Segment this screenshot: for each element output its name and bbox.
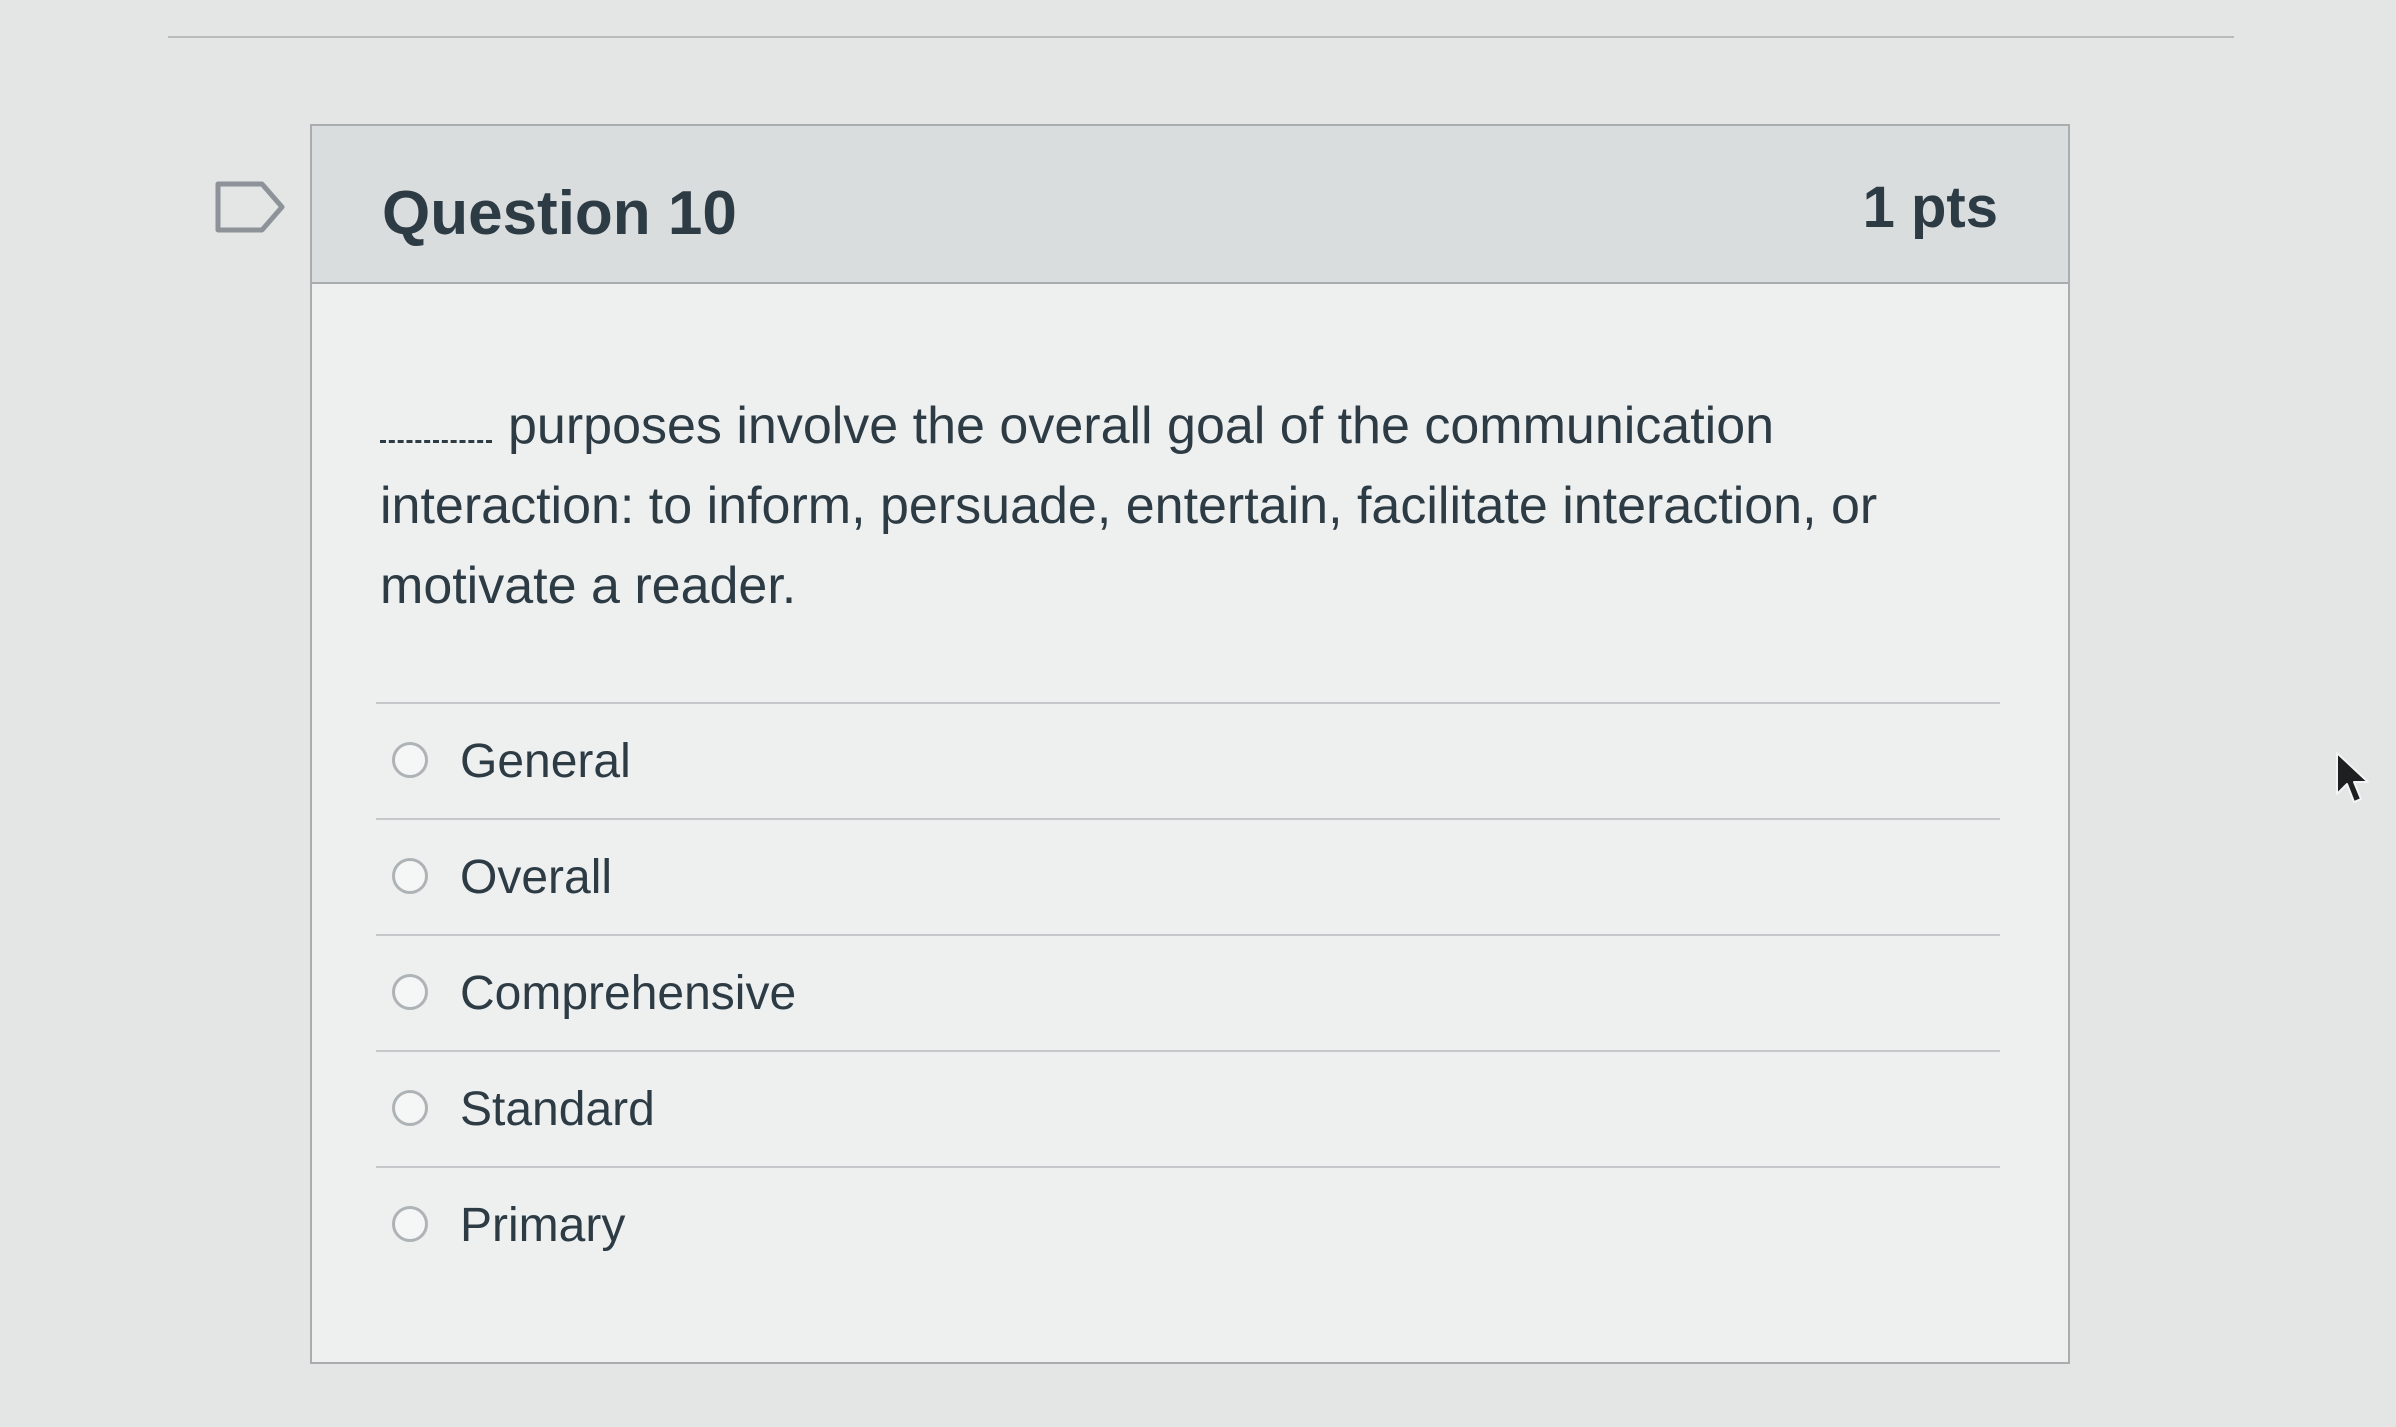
- radio-button[interactable]: [392, 742, 428, 778]
- question-card: Question 10 1 pts purposes involve the o…: [310, 124, 2070, 1364]
- answer-list: General Overall Comprehensive Standard P…: [376, 702, 2000, 1282]
- answer-option-comprehensive[interactable]: Comprehensive: [376, 934, 2000, 1050]
- radio-button[interactable]: [392, 1206, 428, 1242]
- answer-option-overall[interactable]: Overall: [376, 818, 2000, 934]
- question-text: purposes involve the overall goal of the…: [380, 397, 1878, 615]
- answer-label[interactable]: Standard: [460, 1082, 655, 1137]
- question-prompt: purposes involve the overall goal of the…: [380, 386, 2000, 626]
- mouse-pointer-icon: [2336, 752, 2369, 803]
- question-points: 1 pts: [1862, 175, 1998, 240]
- answer-option-general[interactable]: General: [376, 702, 2000, 818]
- top-divider: [168, 36, 2234, 38]
- radio-button[interactable]: [392, 858, 428, 894]
- answer-label[interactable]: Overall: [460, 850, 612, 905]
- fill-in-blank: [380, 440, 492, 443]
- flag-question-icon[interactable]: [214, 180, 286, 234]
- question-title: Question 10: [382, 179, 737, 248]
- answer-option-standard[interactable]: Standard: [376, 1050, 2000, 1166]
- answer-option-primary[interactable]: Primary: [376, 1166, 2000, 1282]
- answer-label[interactable]: Comprehensive: [460, 966, 796, 1021]
- question-header: Question 10 1 pts: [312, 126, 2068, 284]
- radio-button[interactable]: [392, 1090, 428, 1126]
- radio-button[interactable]: [392, 974, 428, 1010]
- answer-label[interactable]: General: [460, 734, 631, 789]
- answer-label[interactable]: Primary: [460, 1198, 625, 1253]
